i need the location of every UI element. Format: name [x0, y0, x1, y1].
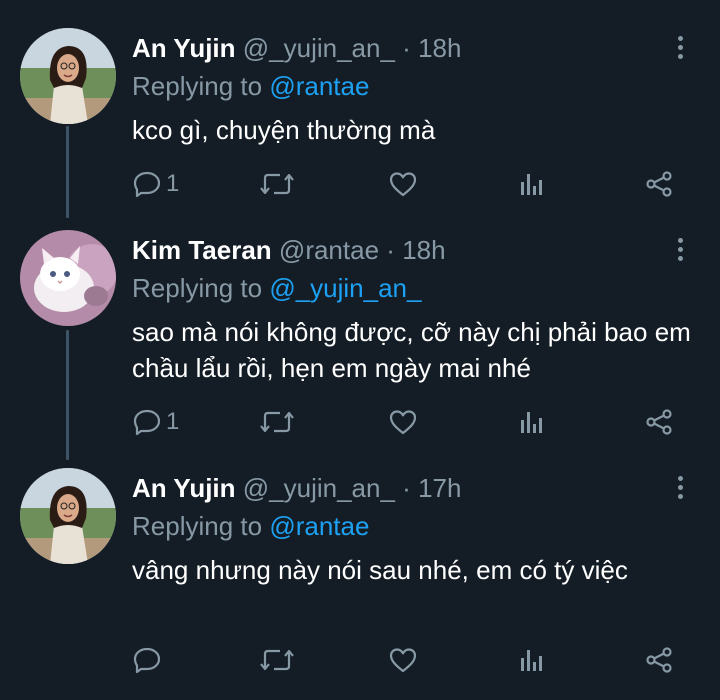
- tweet-header: Kim Taeran @rantae · 18h: [132, 232, 446, 268]
- share-button[interactable]: [644, 166, 674, 202]
- tweet-header: An Yujin @_yujin_an_ · 18h: [132, 30, 461, 66]
- avatar-photo-icon: [20, 468, 116, 564]
- tweet-text: kco gì, chuyện thường mà: [132, 115, 436, 145]
- more-options-icon[interactable]: [672, 238, 688, 266]
- heart-icon: [389, 410, 417, 435]
- replying-to-label: Replying to: [132, 273, 263, 303]
- analytics-button[interactable]: [518, 642, 546, 678]
- like-button[interactable]: [388, 404, 422, 440]
- tweet-text: vâng nhưng này nói sau nhé, em có tý việ…: [132, 555, 628, 585]
- share-icon: [646, 647, 672, 673]
- replying-to-label: Replying to: [132, 71, 263, 101]
- avatar-cat-icon: [20, 230, 116, 326]
- timestamp[interactable]: 17h: [418, 473, 461, 503]
- action-bar: 1: [0, 404, 720, 440]
- thread-line: [66, 330, 69, 460]
- retweet-button[interactable]: [260, 642, 298, 678]
- user-handle[interactable]: @_yujin_an_: [243, 33, 395, 63]
- replying-to-label: Replying to: [132, 511, 263, 541]
- share-button[interactable]: [644, 404, 674, 440]
- analytics-button[interactable]: [518, 166, 546, 202]
- separator-dot: ·: [402, 473, 411, 503]
- share-icon: [646, 171, 672, 197]
- reply-icon: [133, 409, 161, 436]
- share-button[interactable]: [644, 642, 674, 678]
- reply-button[interactable]: 1: [132, 404, 179, 440]
- timestamp[interactable]: 18h: [402, 235, 445, 265]
- display-name[interactable]: An Yujin: [132, 33, 236, 63]
- separator-dot: ·: [402, 33, 411, 63]
- analytics-button[interactable]: [518, 404, 546, 440]
- share-icon: [646, 409, 672, 435]
- heart-icon: [389, 172, 417, 197]
- replying-to: Replying to @rantae: [132, 508, 369, 544]
- avatar[interactable]: [20, 230, 116, 326]
- tweet-text: sao mà nói không được, cỡ này chị phải b…: [132, 317, 691, 383]
- more-options-icon[interactable]: [672, 36, 688, 64]
- user-handle[interactable]: @rantae: [279, 235, 379, 265]
- retweet-icon: [260, 411, 294, 433]
- replying-to: Replying to @rantae: [132, 68, 369, 104]
- retweet-icon: [260, 173, 294, 195]
- reply-button[interactable]: 1: [132, 166, 179, 202]
- like-button[interactable]: [388, 166, 422, 202]
- reply-icon: [133, 647, 161, 674]
- tweet-header: An Yujin @_yujin_an_ · 17h: [132, 470, 461, 506]
- heart-icon: [389, 648, 417, 673]
- more-options-icon[interactable]: [672, 476, 688, 504]
- retweet-icon: [260, 649, 294, 671]
- separator-dot: ·: [386, 235, 395, 265]
- retweet-button[interactable]: [260, 404, 298, 440]
- display-name[interactable]: An Yujin: [132, 473, 236, 503]
- avatar-photo-icon: [20, 28, 116, 124]
- analytics-icon: [521, 650, 542, 671]
- avatar[interactable]: [20, 28, 116, 124]
- timestamp[interactable]: 18h: [418, 33, 461, 63]
- reply-count: 1: [166, 408, 180, 435]
- mention-link[interactable]: @rantae: [269, 511, 369, 541]
- user-handle[interactable]: @_yujin_an_: [243, 473, 395, 503]
- reply-count: 1: [166, 170, 180, 197]
- mention-link[interactable]: @rantae: [269, 71, 369, 101]
- retweet-button[interactable]: [260, 166, 298, 202]
- display-name[interactable]: Kim Taeran: [132, 235, 272, 265]
- reply-icon: [133, 171, 161, 198]
- action-bar: [0, 642, 720, 678]
- analytics-icon: [521, 174, 542, 195]
- mention-link[interactable]: @_yujin_an_: [269, 273, 421, 303]
- like-button[interactable]: [388, 642, 422, 678]
- analytics-icon: [521, 412, 542, 433]
- reply-button[interactable]: [132, 642, 166, 678]
- action-bar: 1: [0, 166, 720, 202]
- avatar[interactable]: [20, 468, 116, 564]
- replying-to: Replying to @_yujin_an_: [132, 270, 421, 306]
